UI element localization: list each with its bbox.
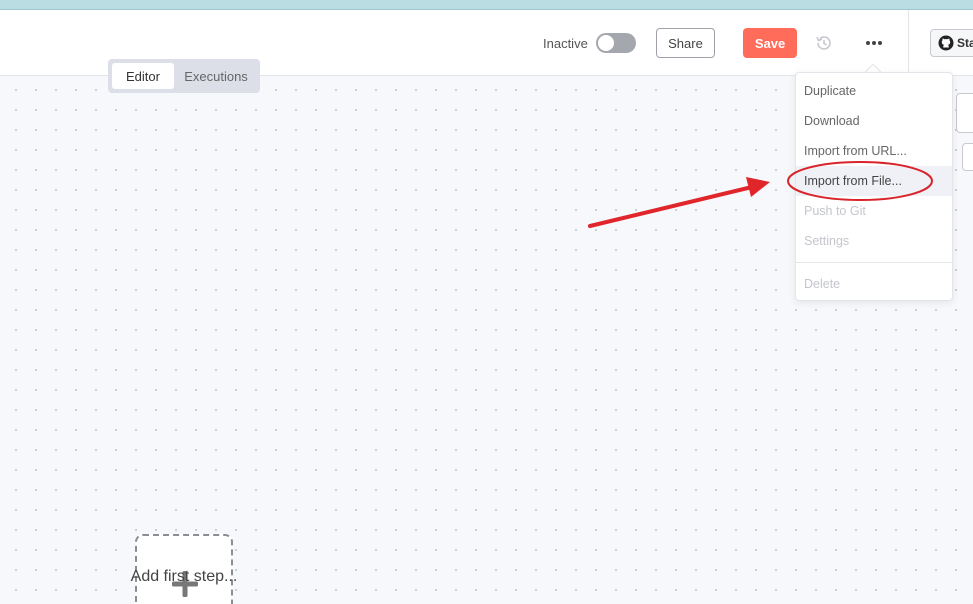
tab-executions[interactable]: Executions (176, 63, 256, 89)
menu-item-import-file[interactable]: Import from File... (796, 166, 952, 196)
top-strip (0, 0, 973, 10)
more-horizontal-icon[interactable] (864, 35, 884, 51)
menu-item-push-to-git: Push to Git (804, 204, 866, 218)
menu-item-import-url[interactable]: Import from URL... (796, 136, 952, 166)
menu-divider (796, 262, 952, 263)
share-button[interactable]: Share (656, 28, 715, 58)
menu-item-settings: Settings (804, 234, 850, 248)
menu-item-download[interactable]: Download (796, 106, 952, 136)
header-divider (908, 10, 909, 76)
view-tabs: Editor Executions (108, 59, 260, 93)
menu-item-delete: Delete (804, 277, 841, 291)
toggle-knob (598, 35, 614, 51)
canvas-fit-control[interactable] (962, 143, 973, 171)
canvas-zoom-control[interactable] (956, 93, 973, 133)
save-button[interactable]: Save (743, 28, 797, 58)
workflow-menu-dropdown: Duplicate Download Import from URL... Im… (795, 72, 953, 301)
add-first-step-label: Add first step... (130, 568, 238, 585)
history-icon[interactable] (814, 34, 834, 52)
github-icon (938, 35, 954, 51)
tab-editor[interactable]: Editor (112, 63, 174, 89)
github-star-button[interactable]: Star (930, 29, 973, 57)
active-toggle[interactable] (596, 33, 636, 53)
star-label: Star (957, 36, 973, 50)
active-status-label: Inactive (543, 36, 588, 51)
menu-item-duplicate[interactable]: Duplicate (796, 76, 952, 106)
